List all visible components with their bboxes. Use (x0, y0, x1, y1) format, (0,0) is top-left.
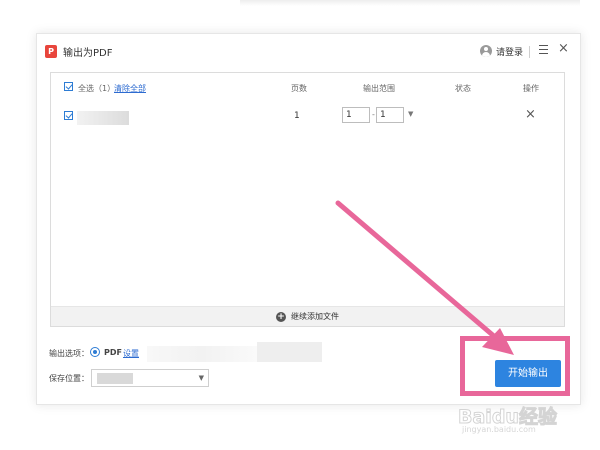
range-from-input[interactable]: 1 (342, 107, 370, 123)
title-bar: P 输出为PDF 请登录 × (37, 34, 580, 70)
file-list-panel: 全选（1） 清除全部 页数 输出范围 状态 操作 1 1 - 1 ▼ × + 继… (50, 72, 565, 327)
blurred-region-2 (257, 342, 322, 362)
plus-circle-icon: + (276, 311, 286, 322)
save-location-label: 保存位置： (49, 374, 89, 383)
user-icon (480, 45, 492, 57)
screenshot-stage: P 输出为PDF 请登录 × 全选（1） 清除全部 页数 输出范围 状态 操作 (0, 0, 600, 450)
titlebar-divider (529, 46, 530, 58)
range-separator: - (372, 110, 375, 119)
save-location-dropdown[interactable]: ▼ (91, 369, 209, 387)
range-to-input[interactable]: 1 (376, 107, 404, 123)
pages-column-header: 页数 (291, 84, 307, 93)
add-files-button[interactable]: + 继续添加文件 (51, 306, 564, 326)
login-label: 请登录 (496, 47, 524, 58)
range-column-header: 输出范围 (363, 84, 395, 93)
action-column-header: 操作 (523, 84, 539, 93)
output-options-label: 输出选项： (49, 349, 89, 358)
dialog-title: 输出为PDF (63, 48, 113, 59)
file-row: 1 1 - 1 ▼ × (51, 103, 564, 131)
baidu-watermark-url: jingyan.baidu.com (462, 425, 536, 434)
login-button[interactable]: 请登录 (480, 43, 523, 59)
pdf-app-icon: P (45, 45, 57, 58)
save-path-redacted (97, 373, 133, 384)
remove-file-icon[interactable]: × (525, 107, 536, 122)
select-all-checkbox[interactable] (64, 82, 73, 91)
highlight-annotation-box (460, 336, 570, 396)
chevron-down-icon: ▼ (198, 374, 204, 382)
close-icon[interactable]: × (558, 41, 569, 57)
add-files-label: 继续添加文件 (291, 312, 339, 321)
menu-icon[interactable] (539, 45, 548, 54)
settings-link[interactable]: 设置 (123, 348, 139, 359)
file-list-header: 全选（1） 清除全部 页数 输出范围 状态 操作 (51, 73, 564, 101)
clear-all-link[interactable]: 清除全部 (114, 83, 146, 94)
file-row-checkbox[interactable] (64, 111, 73, 120)
pdf-format-label: PDF (104, 348, 122, 357)
background-window-edge (240, 0, 580, 6)
range-dropdown-icon[interactable]: ▼ (408, 110, 413, 118)
pdf-radio-button[interactable] (90, 347, 100, 357)
blurred-region (147, 346, 257, 362)
status-column-header: 状态 (455, 84, 471, 93)
file-page-count: 1 (294, 111, 300, 121)
select-all-label: 全选（1） (78, 84, 116, 93)
file-name-redacted (77, 111, 129, 125)
